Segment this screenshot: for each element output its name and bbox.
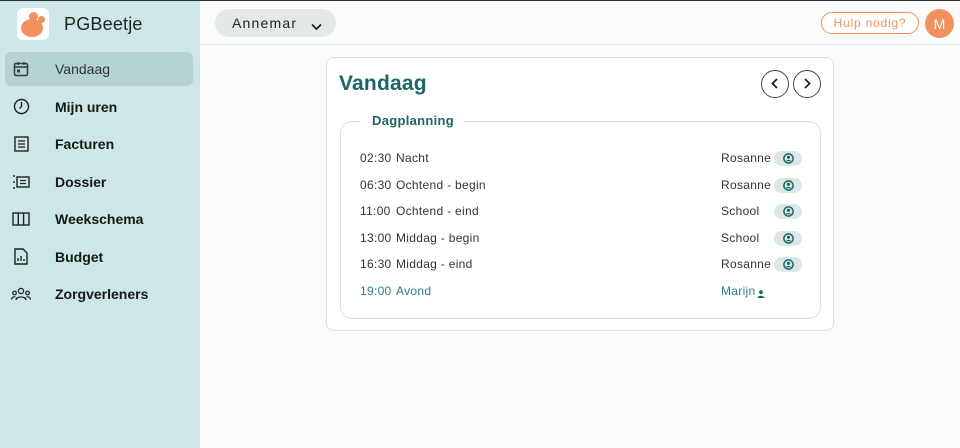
person-badge-icon[interactable] (774, 204, 802, 220)
person-badge-icon[interactable] (774, 230, 802, 246)
schedule-slot: Middag - eind (396, 257, 473, 272)
person-icon (757, 287, 765, 301)
invoice-icon (11, 134, 31, 154)
day-planning-section: Dagplanning 02:30 Nacht Rosanne 06:30 Oc… (340, 113, 821, 319)
columns-icon (11, 209, 31, 229)
clock-icon (11, 97, 31, 117)
schedule-time: 11:00 (360, 204, 391, 219)
schedule-row[interactable]: 11:00 Ochtend - eind School (341, 198, 820, 225)
sidebar-item-label: Mijn uren (55, 98, 118, 115)
sidebar: PGBeetje Vandaag Mijn uren Facturen Doss… (0, 1, 200, 448)
previous-day-button[interactable] (761, 70, 789, 98)
chevron-down-icon (311, 18, 322, 36)
schedule-time: 19:00 (360, 283, 392, 298)
person-badge-icon[interactable] (774, 257, 802, 273)
schedule-person: School (721, 230, 760, 245)
schedule-slot: Nacht (396, 151, 429, 165)
schedule-row[interactable]: 06:30 Ochtend - begin Rosanne (341, 172, 820, 199)
schedule-time: 02:30 (360, 151, 392, 165)
next-day-button[interactable] (793, 70, 821, 98)
schedule-slot: Ochtend - eind (396, 204, 479, 219)
avatar[interactable]: M (925, 9, 954, 38)
chevron-right-icon (803, 77, 811, 92)
sidebar-item-zorgverleners[interactable]: Zorgverleners (5, 277, 193, 311)
schedule-time: 06:30 (360, 177, 392, 192)
section-title: Dagplanning (361, 113, 466, 128)
schedule-row[interactable]: 13:00 Middag - begin School (341, 225, 820, 252)
schedule-row[interactable]: 16:30 Middag - eind Rosanne (341, 251, 820, 278)
today-card: Vandaag Dagplanning 02:30 Nacht Rosanne … (326, 57, 834, 331)
schedule-person: Rosanne (721, 177, 772, 192)
schedule-person: Rosanne (721, 257, 772, 272)
user-select-dropdown[interactable]: Annemar (215, 9, 336, 37)
brand[interactable]: PGBeetje (17, 8, 143, 40)
schedule-list: 02:30 Nacht Rosanne 06:30 Ochtend - begi… (341, 145, 820, 305)
schedule-row[interactable]: 19:00 Avond Marijn (341, 278, 820, 305)
person-badge-icon[interactable] (774, 177, 802, 193)
calendar-icon (11, 59, 31, 79)
sidebar-nav: Vandaag Mijn uren Facturen Dossier Weeks… (5, 52, 193, 315)
schedule-time: 16:30 (360, 257, 392, 272)
sidebar-item-label: Dossier (55, 173, 107, 190)
people-icon (11, 284, 31, 304)
schedule-person: School (721, 204, 760, 219)
list-icon (11, 172, 31, 192)
sidebar-item-weekschema[interactable]: Weekschema (5, 202, 193, 236)
schedule-slot: Middag - begin (396, 230, 480, 245)
chevron-left-icon (771, 77, 779, 92)
schedule-slot: Ochtend - begin (396, 177, 486, 192)
schedule-row[interactable]: 02:30 Nacht Rosanne (341, 145, 820, 172)
person-badge-icon[interactable] (774, 151, 802, 166)
report-icon (11, 247, 31, 267)
sidebar-item-dossier[interactable]: Dossier (5, 165, 193, 199)
app-name: PGBeetje (64, 13, 143, 34)
schedule-time: 13:00 (360, 230, 392, 245)
top-header: Annemar Hulp nodig? M (200, 1, 960, 45)
sidebar-item-label: Weekschema (55, 211, 144, 227)
sidebar-item-facturen[interactable]: Facturen (5, 127, 193, 161)
sidebar-item-vandaag[interactable]: Vandaag (5, 52, 193, 86)
sidebar-item-label: Facturen (55, 136, 115, 152)
sidebar-item-label: Zorgverleners (55, 286, 149, 302)
sidebar-item-label: Budget (55, 248, 104, 265)
schedule-slot: Avond (396, 283, 432, 298)
selected-user-name: Annemar (232, 15, 298, 31)
schedule-person: Marijn (721, 283, 756, 298)
page-title: Vandaag (339, 72, 427, 95)
sidebar-item-budget[interactable]: Budget (5, 240, 193, 274)
help-button[interactable]: Hulp nodig? (821, 12, 919, 34)
logo-icon (17, 8, 49, 40)
sidebar-item-label: Vandaag (55, 61, 111, 77)
sidebar-item-mijn-uren[interactable]: Mijn uren (5, 90, 193, 124)
schedule-person: Rosanne (721, 151, 772, 165)
